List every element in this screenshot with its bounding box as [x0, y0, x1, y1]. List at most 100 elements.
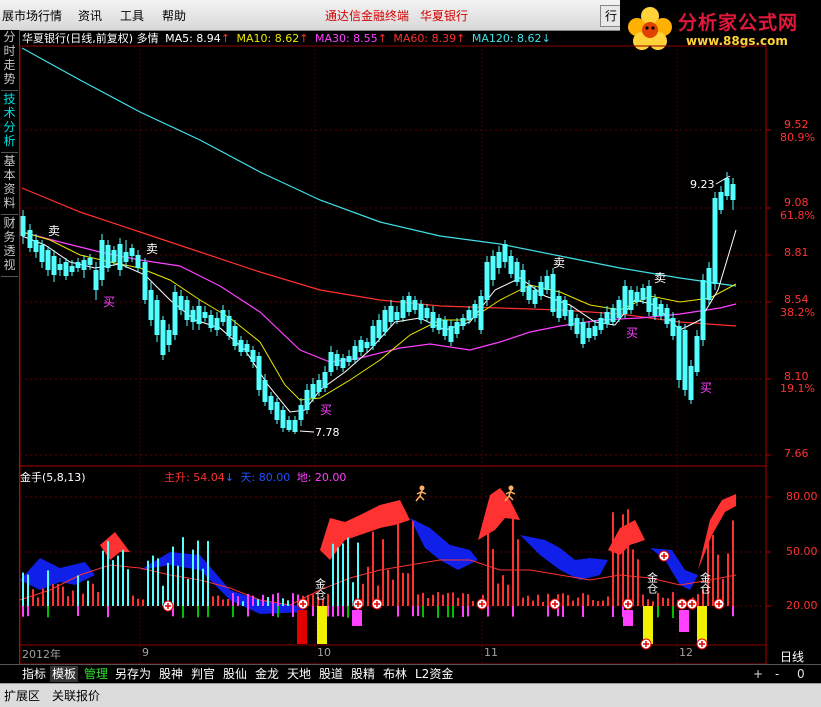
candle-body — [454, 322, 460, 334]
ind-bar — [287, 600, 289, 606]
ind-bar — [512, 606, 514, 617]
candle-body — [358, 340, 364, 352]
candle-body — [652, 298, 658, 316]
ind-bar — [582, 606, 584, 618]
ind-bar — [732, 520, 734, 606]
candle-body — [148, 290, 154, 320]
extension-area-button[interactable]: 扩展区 — [4, 687, 40, 704]
ind-bar — [507, 584, 509, 606]
candle-body — [532, 290, 538, 304]
ind-bar — [292, 593, 294, 606]
candle-body — [418, 304, 424, 320]
ind-bar — [192, 549, 194, 606]
candle-body — [472, 304, 478, 318]
ind-bar — [107, 606, 109, 618]
zhusheng-label: 主升: 54.04 — [164, 471, 225, 484]
candle-body — [412, 300, 418, 310]
tab-gujing[interactable]: 股精 — [349, 666, 377, 682]
ind-bar — [517, 539, 519, 606]
ind-bar — [92, 583, 94, 606]
ind-bar — [727, 553, 729, 606]
ind-bar — [182, 537, 184, 606]
candle-body — [280, 410, 286, 428]
candle-body — [220, 310, 226, 322]
candle-body — [117, 244, 123, 270]
candle-body — [604, 312, 610, 324]
ind-bar — [527, 595, 529, 606]
tab-bollinger[interactable]: 布林 — [381, 666, 409, 682]
candle-body — [712, 198, 718, 284]
zoom-reset-button[interactable]: 0 — [795, 666, 807, 682]
zoom-in-button[interactable]: + — [751, 666, 765, 682]
ind-bar — [397, 516, 399, 606]
tab-template[interactable]: 模板 — [50, 666, 79, 682]
ind-bar — [487, 517, 489, 606]
ind-bar — [712, 534, 714, 606]
ind-bar — [642, 594, 644, 606]
ind-bar — [332, 606, 334, 617]
candle-body — [448, 326, 454, 342]
candle-body — [718, 192, 724, 210]
candle-body — [556, 296, 562, 318]
tab-save-as[interactable]: 另存为 — [113, 666, 153, 682]
ind-bar — [102, 550, 104, 606]
candle-body — [346, 356, 352, 362]
low-pointer — [299, 430, 315, 433]
candle-body — [610, 308, 616, 322]
tab-gushen[interactable]: 股神 — [157, 666, 185, 682]
candle-body — [484, 262, 490, 300]
ind-bar — [567, 595, 569, 606]
ind-bar — [667, 598, 669, 606]
candle-body — [166, 330, 172, 345]
ind-bar — [202, 568, 204, 606]
candle-body — [226, 316, 232, 336]
candle-body — [63, 262, 69, 276]
ind-bar — [582, 593, 584, 606]
ind-bar — [207, 606, 209, 618]
ind-red-band — [100, 532, 130, 560]
ind-bar — [487, 606, 489, 617]
tab-jinlong[interactable]: 金龙 — [253, 666, 281, 682]
ind-bar — [617, 540, 619, 606]
candle-body — [550, 274, 556, 312]
ind-bar — [447, 592, 449, 606]
zhusheng-arrow-icon: ↓ — [224, 471, 234, 484]
ind-bar — [637, 559, 639, 606]
ind-bar — [632, 549, 634, 606]
ind-bar — [277, 606, 279, 618]
ind-bar — [407, 573, 409, 606]
ind-bar — [37, 597, 39, 606]
ind-bar — [472, 600, 474, 606]
runner-icon — [504, 485, 516, 502]
candle-body — [544, 276, 550, 290]
tab-panguan[interactable]: 判官 — [189, 666, 217, 682]
ind-bar — [147, 560, 149, 606]
zoom-out-button[interactable]: - — [773, 666, 781, 682]
related-quotes-button[interactable]: 关联报价 — [52, 687, 100, 704]
ind-bar — [662, 597, 664, 606]
tab-guxian[interactable]: 股仙 — [221, 666, 249, 682]
tab-indicator[interactable]: 指标 — [20, 666, 48, 682]
template-tab-bar: 指标 模板 管理 另存为 股神 判官 股仙 金龙 天地 股道 股精 布林 L2资… — [0, 664, 821, 684]
ind-tick: 80.00 — [786, 490, 818, 503]
fib-tick: 19.1% — [780, 382, 815, 395]
date-label: 12 — [679, 646, 693, 659]
high-price-label: 9.23 — [690, 178, 715, 191]
tab-manage[interactable]: 管理 — [82, 666, 110, 682]
candle-body — [658, 304, 664, 316]
candle-body — [640, 288, 646, 300]
ind-bar — [427, 598, 429, 606]
ind-bar — [342, 543, 344, 606]
tab-gudao[interactable]: 股道 — [317, 666, 345, 682]
period-label[interactable]: 日线 — [780, 648, 804, 665]
price-chart[interactable]: 9.23 7.78 卖 卖 卖 卖 买 买 买 买 金仓 金仓 金仓 — [0, 0, 821, 706]
candle-body — [502, 244, 508, 262]
ind-bar — [577, 597, 579, 606]
candle-body — [592, 326, 598, 336]
ind-bar — [337, 547, 339, 606]
candle-body — [262, 380, 268, 402]
ind-bar — [502, 575, 504, 606]
ind-bar — [622, 514, 624, 606]
tab-l2-funds[interactable]: L2资金 — [413, 666, 455, 682]
tab-tiandi[interactable]: 天地 — [285, 666, 313, 682]
